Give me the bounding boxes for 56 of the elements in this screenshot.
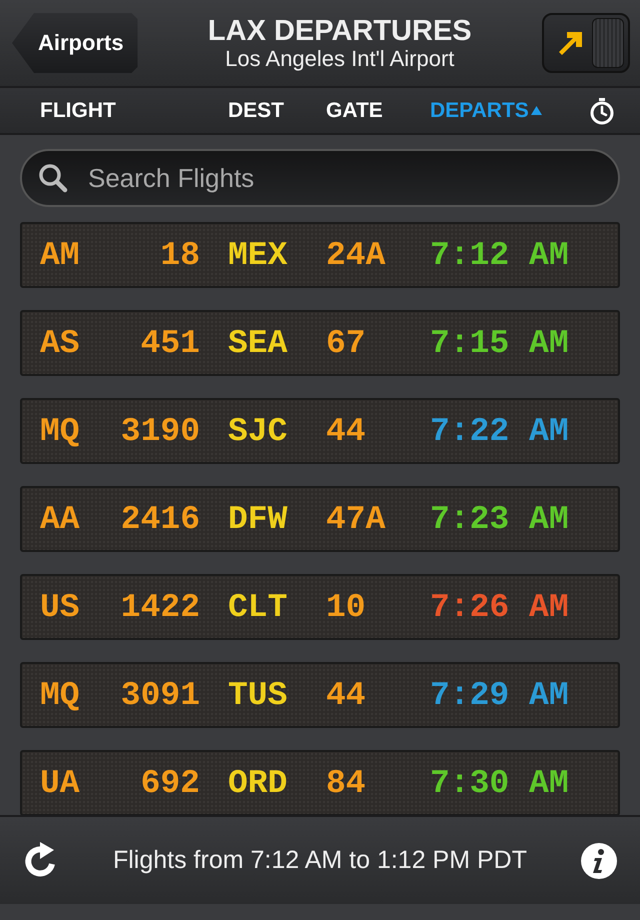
departure-time: 7:23 AM	[430, 500, 569, 538]
airline-code: US	[40, 588, 81, 626]
search-icon	[38, 163, 68, 193]
column-header[interactable]: GATE	[326, 98, 383, 122]
direction-toggle[interactable]	[542, 13, 630, 73]
screen-title: LAX DEPARTURES	[208, 15, 472, 47]
flight-row[interactable]: AM 18 MEX 24A 7:12 AM	[20, 222, 620, 288]
flight-row[interactable]: US 1422 CLT 10 7:26 AM	[20, 574, 620, 640]
departure-time: 7:26 AM	[430, 588, 569, 626]
gate-number: 47A	[326, 500, 386, 538]
column-header[interactable]: DEST	[228, 98, 284, 122]
gate-number: 67	[326, 324, 367, 362]
gate-number: 44	[326, 412, 367, 450]
stopwatch-icon[interactable]	[588, 96, 616, 124]
airline-code: AA	[40, 500, 81, 538]
gate-number: 84	[326, 764, 367, 802]
departure-time: 7:15 AM	[430, 324, 569, 362]
airline-code: MQ	[40, 676, 81, 714]
destination-code: ORD	[228, 764, 288, 802]
gate-number: 24A	[326, 236, 386, 274]
destination-code: CLT	[228, 588, 288, 626]
info-icon[interactable]	[580, 842, 618, 880]
destination-code: DFW	[228, 500, 288, 538]
column-header[interactable]: DEPARTS	[430, 98, 542, 122]
destination-code: SEA	[228, 324, 288, 362]
gate-number: 44	[326, 676, 367, 714]
flight-row[interactable]: AS 451 SEA 67 7:15 AM	[20, 310, 620, 376]
airline-code: UA	[40, 764, 81, 802]
departure-time: 7:12 AM	[430, 236, 569, 274]
destination-code: SJC	[228, 412, 288, 450]
airport-name: Los Angeles Int'l Airport	[225, 47, 454, 71]
flight-number: 2416	[120, 500, 200, 538]
flight-row[interactable]: MQ 3190 SJC 44 7:22 AM	[20, 398, 620, 464]
flight-number: 692	[140, 764, 200, 802]
flight-number: 3091	[120, 676, 200, 714]
destination-code: TUS	[228, 676, 288, 714]
back-button[interactable]: Airports	[12, 13, 138, 73]
flight-number: 3190	[120, 412, 200, 450]
sort-arrow-icon	[530, 106, 542, 115]
airline-code: MQ	[40, 412, 81, 450]
flight-row[interactable]: AA 2416 DFW 47A 7:23 AM	[20, 486, 620, 552]
departure-time: 7:30 AM	[430, 764, 569, 802]
destination-code: MEX	[228, 236, 288, 274]
flight-number: 451	[140, 324, 200, 362]
airline-code: AM	[40, 236, 81, 274]
airline-code: AS	[40, 324, 81, 362]
flight-row[interactable]: MQ 3091 TUS 44 7:29 AM	[20, 662, 620, 728]
flight-number: 1422	[120, 588, 200, 626]
flight-row[interactable]: UA 692 ORD 84 7:30 AM	[20, 750, 620, 815]
departure-time: 7:29 AM	[430, 676, 569, 714]
flights-time-range: Flights from 7:12 AM to 1:12 PM PDT	[112, 846, 528, 875]
column-header[interactable]: FLIGHT	[40, 98, 116, 122]
departure-time: 7:22 AM	[430, 412, 569, 450]
flight-number: 18	[159, 236, 200, 274]
gate-number: 10	[326, 588, 367, 626]
search-field[interactable]: Search Flights	[20, 149, 620, 207]
